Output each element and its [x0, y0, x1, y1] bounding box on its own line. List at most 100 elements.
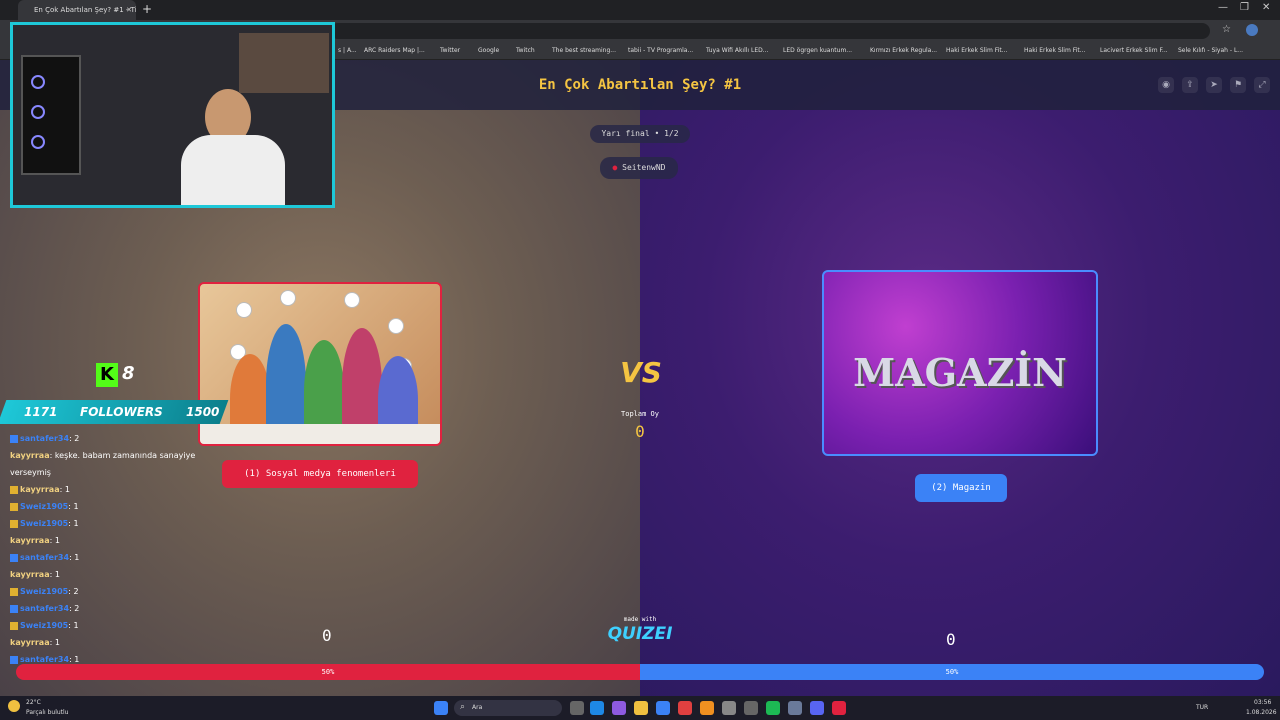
chat-message: santafer34: 2: [10, 600, 210, 617]
clock-time[interactable]: 03:56: [1254, 699, 1271, 706]
bookmark-item[interactable]: s | A...: [338, 42, 357, 60]
obs-icon[interactable]: [744, 701, 758, 715]
chat-text: : 1: [68, 621, 79, 630]
copilot-icon[interactable]: [612, 701, 626, 715]
spotify-icon[interactable]: [766, 701, 780, 715]
chat-text: : 1: [69, 553, 80, 562]
option-button-right[interactable]: (2) Magazin: [915, 474, 1007, 502]
store-icon[interactable]: [656, 701, 670, 715]
star-icon[interactable]: ☆: [1222, 24, 1231, 35]
explorer-icon[interactable]: [634, 701, 648, 715]
chat-username: kayyrraa: [10, 536, 50, 545]
bookmark-item[interactable]: Kırmızı Erkek Regula...: [870, 42, 937, 60]
clock-date[interactable]: 1.08.2026: [1246, 709, 1277, 716]
app-icon[interactable]: [700, 701, 714, 715]
expand-icon[interactable]: ⤢: [1254, 77, 1270, 93]
option-image-right[interactable]: MAGAZİN: [822, 270, 1098, 456]
bookmark-item[interactable]: tabii - TV Programla...: [628, 42, 693, 60]
new-tab-button[interactable]: +: [142, 2, 152, 16]
app-icon[interactable]: [832, 701, 846, 715]
followers-label: FOLLOWERS: [80, 405, 163, 419]
chat-message: Sweiz1905: 1: [10, 515, 210, 532]
app-icon[interactable]: [722, 701, 736, 715]
chat-text: : 2: [69, 604, 80, 613]
address-bar[interactable]: [330, 23, 1210, 39]
fan: [31, 135, 45, 149]
streamer-shirt: [181, 135, 285, 205]
restore-icon[interactable]: ❐: [1240, 2, 1249, 13]
chat-message: kayyrraa: 1: [10, 481, 210, 498]
start-icon[interactable]: [434, 701, 448, 715]
pc-case: [21, 55, 81, 175]
chat-username: santafer34: [20, 604, 70, 613]
weather-icon[interactable]: [8, 700, 20, 712]
minimize-icon[interactable]: —: [1218, 2, 1228, 13]
bookmark-item[interactable]: Lacivert Erkek Slim F...: [1100, 42, 1168, 60]
bookmark-item[interactable]: The best streaming...: [552, 42, 616, 60]
bookmark-item[interactable]: Twitter: [440, 42, 460, 60]
chat-text: : 1: [49, 638, 60, 647]
edge-icon[interactable]: [590, 701, 604, 715]
total-votes-value: 0: [635, 422, 645, 441]
bookmark-item[interactable]: Google: [478, 42, 499, 60]
user-name: SeitenwND: [622, 163, 666, 172]
chat-message: verseymiş: [10, 464, 210, 481]
chat-message: santafer34: 1: [10, 549, 210, 566]
bookmark-item[interactable]: Tuya Wifi Akıllı LED...: [706, 42, 768, 60]
fan: [31, 105, 45, 119]
option-image-left[interactable]: [198, 282, 442, 446]
chat-text: : 1: [69, 655, 80, 664]
bookmark-item[interactable]: LED ögrgen kuantum...: [783, 42, 852, 60]
chat-username: santafer34: [20, 434, 70, 443]
chat-text: verseymiş: [10, 468, 51, 477]
webcam-overlay: [10, 22, 335, 208]
tab-close-icon[interactable]: ✕: [126, 0, 132, 20]
bookmark-item[interactable]: Haki Erkek Slim Fit...: [946, 42, 1007, 60]
chat-username: Sweiz1905: [20, 587, 69, 596]
chat-message: Sweiz1905: 1: [10, 617, 210, 634]
chat-message: Sweiz1905: 1: [10, 498, 210, 515]
chat-text: : 1: [59, 485, 70, 494]
chat-badge-icon: [10, 553, 18, 562]
taskbar-search[interactable]: Ara ⌕: [454, 700, 562, 716]
language-indicator[interactable]: TUR: [1196, 704, 1208, 711]
bookmark-item[interactable]: Sele Kılıfı - Siyah - L...: [1178, 42, 1243, 60]
quizei-logo[interactable]: QUIZEI: [604, 624, 676, 644]
user-badge: ● SeitenwND: [600, 157, 678, 179]
discord-icon[interactable]: [810, 701, 824, 715]
chat-badge-icon: [10, 485, 18, 494]
task-view-icon[interactable]: [570, 701, 584, 715]
flag-icon[interactable]: ⚑: [1230, 77, 1246, 93]
chat-text: : 2: [68, 587, 79, 596]
chat-username: kayyrraa: [10, 570, 50, 579]
chat-badge-icon: [10, 434, 18, 443]
bookmark-item[interactable]: Twitch: [516, 42, 535, 60]
chat-message: santafer34: 2: [10, 430, 210, 447]
browser-tab-strip: En Çok Abartılan Şey? #1 - Tie ✕ + — ❐ ✕: [0, 0, 1280, 20]
profile-avatar[interactable]: [1246, 24, 1258, 36]
option-button-left[interactable]: (1) Sosyal medya fenomenleri: [222, 460, 418, 488]
chat-badge-icon: [10, 502, 18, 511]
vote-count-right: 0: [946, 630, 956, 649]
progress-bar-right: 50%: [640, 664, 1264, 680]
chrome-icon[interactable]: [678, 701, 692, 715]
bookmark-item[interactable]: ARC Raiders Map |...: [364, 42, 425, 60]
chat-message: kayyrraa: keşke. babam zamanında sanayiy…: [10, 447, 210, 464]
close-window-icon[interactable]: ✕: [1262, 2, 1270, 13]
made-with-label: made with: [623, 616, 657, 623]
weather-temp: 22°C: [26, 699, 41, 706]
browser-tab[interactable]: En Çok Abartılan Şey? #1 - Tie ✕: [18, 0, 136, 20]
chat-badge-icon: [10, 621, 18, 630]
kick-logo: K: [96, 363, 118, 387]
chat-message: Sweiz1905: 2: [10, 583, 210, 600]
bookmark-item[interactable]: Haki Erkek Slim Fit...: [1024, 42, 1085, 60]
send-icon[interactable]: ➤: [1206, 77, 1222, 93]
eye-icon[interactable]: ◉: [1158, 77, 1174, 93]
app-icon[interactable]: [788, 701, 802, 715]
chat-username: kayyrraa: [10, 638, 50, 647]
chat-username: santafer34: [20, 655, 70, 664]
share-icon[interactable]: ⇪: [1182, 77, 1198, 93]
followers-goal: 1500: [186, 405, 220, 419]
chat-message: santafer34: 1: [10, 651, 210, 668]
search-icon: ⌕: [460, 702, 466, 712]
